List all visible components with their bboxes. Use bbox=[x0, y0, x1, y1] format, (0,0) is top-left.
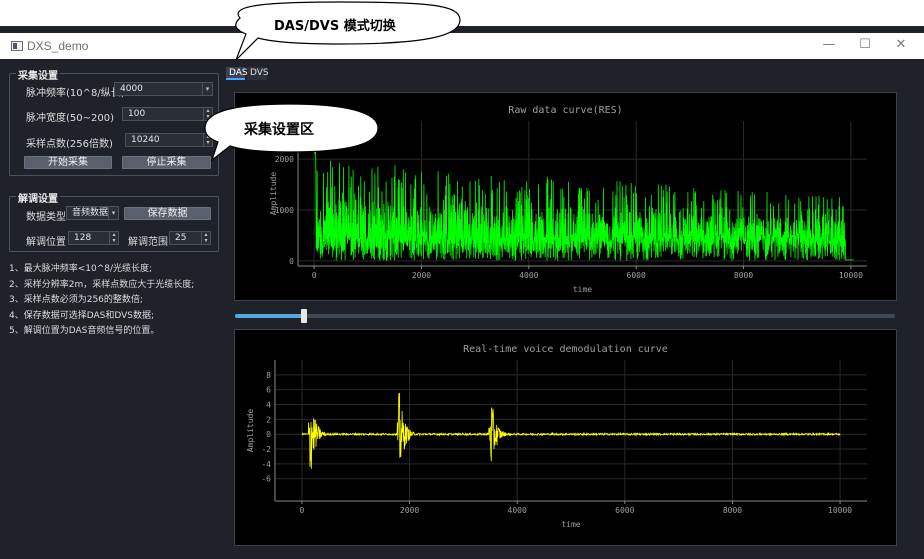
callout-layer: DAS/DVS 模式切换 采集设置区 bbox=[204, 1, 461, 162]
mode-switch-callout-text: DAS/DVS 模式切换 bbox=[274, 18, 397, 34]
acquisition-callout-text: 采集设置区 bbox=[243, 121, 314, 138]
